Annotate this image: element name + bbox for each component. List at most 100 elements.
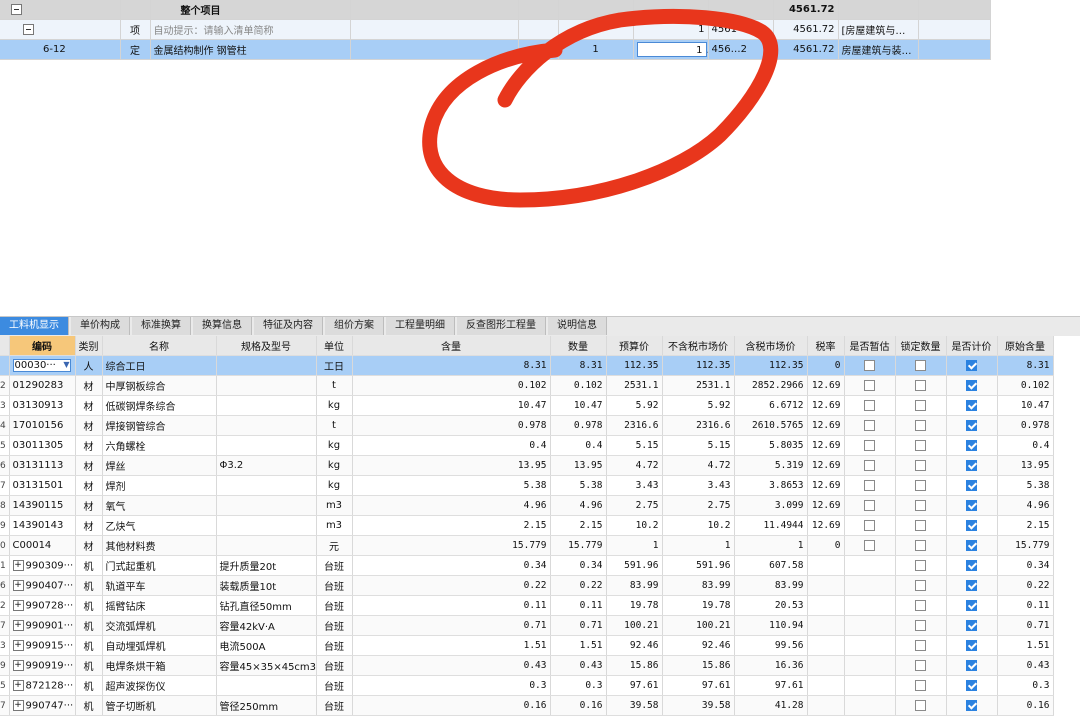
is-priced-checkbox[interactable] [966,619,977,631]
quota-name[interactable]: 自动提示：请输入清单简称 [150,19,351,40]
resource-budget-price[interactable]: 19.78 [606,595,663,616]
resource-code-cell[interactable]: 17010156 [9,415,76,436]
resource-qty[interactable]: 0.43 [550,655,607,676]
lock-quantity-checkbox[interactable] [915,579,926,591]
tab-0[interactable]: 工料机显示 [0,317,69,335]
resource-name[interactable]: 其他材料费 [102,535,217,556]
resource-market-in-tax[interactable]: 607.58 [734,555,808,576]
resource-market-in-tax[interactable]: 5.319 [734,455,808,476]
lock-quantity-checkbox[interactable] [915,539,926,551]
resource-name[interactable]: 自动埋弧焊机 [102,635,217,656]
resource-qty[interactable]: 0.71 [550,615,607,636]
quota-name[interactable]: 金属结构制作 钢管柱 [150,39,351,60]
resource-spec[interactable] [216,515,317,536]
is-priced-checkbox[interactable] [966,639,977,651]
resource-code-cell[interactable]: 01290283 [9,375,76,396]
resource-tax-rate[interactable] [807,655,845,676]
resource-tax-rate[interactable]: 12.69 [807,475,845,496]
is-priced-checkbox[interactable] [966,659,977,671]
expand-icon[interactable]: + [12,679,24,691]
tab-7[interactable]: 反查图形工程量 [457,317,546,335]
resource-market-ex-tax[interactable]: 97.61 [662,675,735,696]
resource-row[interactable]: 6 +990407··· 机轨道平车 装载质量10t 台班 0.22 0.22 83.99 83… [0,575,1054,596]
resource-tax-rate[interactable]: 12.69 [807,515,845,536]
resource-name[interactable]: 六角螺栓 [102,435,217,456]
resource-name[interactable]: 焊剂 [102,475,217,496]
resource-row[interactable]: 5 03011305 材六角螺栓 kg 0.4 0.4 5.15 5.15 5.8035 12.6… [0,435,1054,456]
resource-budget-price[interactable]: 10.2 [606,515,663,536]
tab-4[interactable]: 特征及内容 [254,317,323,335]
resource-market-in-tax[interactable]: 110.94 [734,615,808,636]
resource-market-in-tax[interactable]: 97.61 [734,675,808,696]
lock-quantity-checkbox[interactable] [915,699,926,711]
resource-code-cell[interactable]: +990915··· [9,635,76,656]
resource-budget-price[interactable]: 2316.6 [606,415,663,436]
lock-quantity-checkbox[interactable] [915,639,926,651]
resource-content[interactable]: 0.3 [352,675,551,696]
is-priced-checkbox[interactable] [966,599,977,611]
provisional-estimate-checkbox[interactable] [864,359,875,371]
resource-spec[interactable]: 钻孔直径50mm [216,595,317,616]
quota-row[interactable]: 整个项目 4561.72 [0,0,991,20]
expand-icon[interactable]: + [12,619,24,631]
is-priced-checkbox[interactable] [966,699,977,711]
resource-tax-rate[interactable]: 12.69 [807,435,845,456]
resource-row[interactable]: 0 C00014 材其他材料费元 15.779 15.779 1 1 1 0 15.779 [0,535,1054,556]
expand-icon[interactable]: + [12,579,24,591]
resource-market-ex-tax[interactable]: 1 [662,535,735,556]
is-priced-checkbox[interactable] [966,579,977,591]
resource-budget-price[interactable]: 39.58 [606,695,663,716]
resource-budget-price[interactable]: 5.92 [606,395,663,416]
is-priced-checkbox[interactable] [966,439,977,451]
resource-code-cell[interactable]: 14390143 [9,515,76,536]
resource-budget-price[interactable]: 100.21 [606,615,663,636]
collapse-toggle-icon[interactable] [23,23,34,35]
resource-qty[interactable]: 0.16 [550,695,607,716]
column-header-8[interactable]: 不含税市场价 [662,336,735,356]
resource-budget-price[interactable]: 92.46 [606,635,663,656]
resource-tax-rate[interactable]: 0 [807,535,845,556]
lock-quantity-checkbox[interactable] [915,439,926,451]
resource-market-ex-tax[interactable]: 2531.1 [662,375,735,396]
resource-content[interactable]: 4.96 [352,495,551,516]
resource-budget-price[interactable]: 97.61 [606,675,663,696]
resource-market-ex-tax[interactable]: 3.43 [662,475,735,496]
quota-qty[interactable]: 1 [633,19,709,40]
resource-market-in-tax[interactable]: 99.56 [734,635,808,656]
resource-spec[interactable]: 容量45×35×45cm3 [216,655,317,676]
resource-market-ex-tax[interactable]: 2.75 [662,495,735,516]
resource-market-ex-tax[interactable]: 591.96 [662,555,735,576]
provisional-estimate-checkbox[interactable] [864,399,875,411]
column-header-0[interactable]: 编码 [9,336,76,356]
resource-code-cell[interactable]: +990901··· [9,615,76,636]
resource-market-in-tax[interactable]: 41.28 [734,695,808,716]
resource-name[interactable]: 中厚钢板综合 [102,375,217,396]
resource-tax-rate[interactable] [807,595,845,616]
expand-icon[interactable]: + [12,699,24,711]
resource-content[interactable]: 0.34 [352,555,551,576]
resource-qty[interactable]: 0.4 [550,435,607,456]
tab-8[interactable]: 说明信息 [548,317,607,335]
resource-name[interactable]: 氧气 [102,495,217,516]
resource-qty[interactable]: 10.47 [550,395,607,416]
provisional-estimate-checkbox[interactable] [864,479,875,491]
resource-content[interactable]: 0.102 [352,375,551,396]
resource-name[interactable]: 电焊条烘干箱 [102,655,217,676]
resource-market-in-tax[interactable]: 1 [734,535,808,556]
lock-quantity-checkbox[interactable] [915,659,926,671]
resource-content[interactable]: 0.22 [352,575,551,596]
resource-content[interactable]: 10.47 [352,395,551,416]
resource-budget-price[interactable]: 4.72 [606,455,663,476]
resource-budget-price[interactable]: 15.86 [606,655,663,676]
lock-quantity-checkbox[interactable] [915,419,926,431]
is-priced-checkbox[interactable] [966,519,977,531]
quota-qty[interactable]: 1 [633,39,709,60]
resource-qty[interactable]: 8.31 [550,355,607,376]
resource-budget-price[interactable]: 5.15 [606,435,663,456]
resource-code-cell[interactable]: 03130913 [9,395,76,416]
quota-qty[interactable] [633,0,709,20]
resource-row[interactable]: 2 +990728··· 机摇臂钻床 钻孔直径50mm 台班 0.11 0.11 19.78 1… [0,595,1054,616]
resource-budget-price[interactable]: 591.96 [606,555,663,576]
quota-code-cell[interactable] [0,0,121,20]
tab-3[interactable]: 换算信息 [193,317,252,335]
